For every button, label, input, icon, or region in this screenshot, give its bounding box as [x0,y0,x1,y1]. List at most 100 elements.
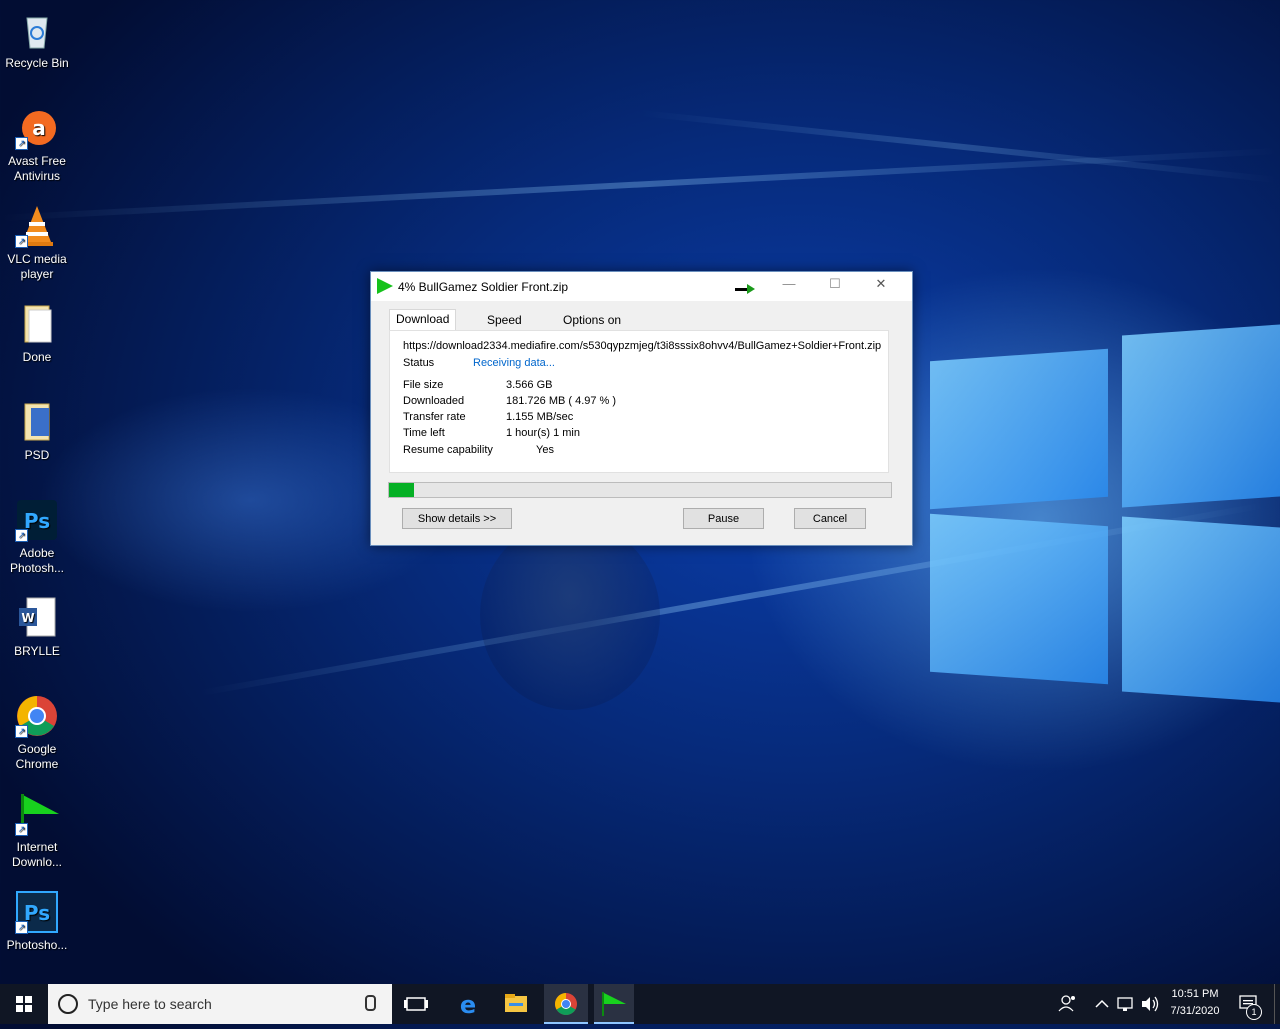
tab-download-status[interactable]: Download status [389,309,457,345]
show-desktop-button[interactable] [1274,984,1280,1024]
desktop-icon-done[interactable]: Done [0,302,74,365]
file-size-value: 3.566 GB [506,379,553,391]
folder-icon [15,400,59,444]
download-progress-dialog: 4% BullGamez Soldier Front.zip — ☐ ✕ Dow… [370,271,913,546]
desktop-icon-label: Done [22,350,52,364]
wallpaper-light-beam [639,110,1277,183]
desktop-icon-psd[interactable]: PSD [0,400,74,463]
svg-text:a: a [32,116,46,140]
minimize-button[interactable]: — [769,276,809,296]
dialog-titlebar[interactable]: 4% BullGamez Soldier Front.zip — ☐ ✕ [371,272,912,301]
idm-arrow-icon [377,278,393,294]
tab-options-on-completion[interactable]: Options on completion [557,311,627,346]
network-button[interactable] [1114,984,1136,1024]
desktop: Recycle Bin a ↗ Avast Free Antivirus ↗ V… [0,0,1280,984]
desktop-icon-label: BRYLLE [14,644,60,658]
taskbar-edge[interactable]: e [446,984,490,1024]
taskbar-chrome[interactable] [544,984,588,1024]
shortcut-arrow-icon: ↗ [15,235,28,248]
resume-capability-label: Resume capability [403,444,493,456]
volume-icon [1142,996,1159,1012]
desktop-icon-label: VLC media player [7,252,67,281]
action-center-button[interactable]: 1 [1232,984,1268,1024]
maximize-button[interactable]: ☐ [815,276,855,296]
desktop-icon-recycle-bin[interactable]: Recycle Bin [0,8,74,71]
cortana-icon [58,994,78,1014]
chrome-icon: ↗ [15,694,59,738]
show-hidden-icons-button[interactable] [1092,984,1112,1024]
desktop-icon-photoshop[interactable]: Ps ↗ Photosho... [0,890,74,953]
photoshop-icon: Ps ↗ [15,890,59,934]
downloaded-value: 181.726 MB ( 4.97 % ) [506,395,617,407]
desktop-icon-avast[interactable]: a ↗ Avast Free Antivirus [0,106,74,184]
transfer-rate-label: Transfer rate [403,411,466,423]
desktop-icon-brylle[interactable]: W BRYLLE [0,596,74,659]
desktop-icon-label: Internet Downlo... [11,840,63,869]
idm-arrow-icon: ↗ [15,792,59,836]
file-explorer-icon [505,994,527,1012]
taskbar-search-box[interactable]: Type here to search [48,984,392,1024]
recycle-bin-icon [15,8,59,52]
cancel-button[interactable]: Cancel [794,508,866,529]
chevron-up-icon [1095,999,1109,1008]
cursor-arrowhead-icon [747,284,755,294]
desktop-icon-label: PSD [24,448,50,462]
wallpaper-swirl [480,520,660,710]
resume-capability-value: Yes [536,444,554,456]
desktop-icon-label: Google Chrome [15,742,59,771]
progress-fill [389,483,414,497]
transfer-rate-value: 1.155 MB/sec [506,411,574,423]
shortcut-arrow-icon: ↗ [15,725,28,738]
notification-count-badge: 1 [1246,1004,1262,1020]
desktop-icon-label: Adobe Photosh... [9,546,65,575]
word-document-icon: W [15,596,59,640]
file-size-label: File size [403,379,444,391]
taskbar-idm[interactable] [594,984,634,1024]
download-status-panel: https://download2334.mediafire.com/s530q… [389,330,889,473]
status-label: Status [403,357,435,369]
taskbar-file-explorer[interactable] [494,984,538,1024]
microphone-icon[interactable] [365,995,376,1011]
start-button[interactable] [0,984,48,1024]
time-left-label: Time left [403,427,445,439]
search-placeholder: Type here to search [88,996,212,1012]
shortcut-arrow-icon: ↗ [15,921,28,934]
clock-time: 10:51 PM [1171,988,1219,1000]
desktop-icon-internet-download-manager[interactable]: ↗ Internet Downlo... [0,792,74,870]
downloaded-label: Downloaded [403,395,465,407]
desktop-icon-label: Recycle Bin [5,56,69,70]
desktop-icon-label: Avast Free Antivirus [8,154,66,183]
svg-text:e: e [460,991,476,1019]
shortcut-arrow-icon: ↗ [15,529,28,542]
show-details-button[interactable]: Show details >> [402,508,512,529]
clock-date: 7/31/2020 [1170,1005,1220,1017]
close-button[interactable]: ✕ [861,276,901,296]
taskbar: Type here to search e 10:51 PM 7/31/2020… [0,984,1280,1024]
desktop-icon-google-chrome[interactable]: ↗ Google Chrome [0,694,74,772]
network-icon [1117,997,1133,1011]
svg-text:W: W [21,611,34,625]
time-left-value: 1 hour(s) 1 min [506,427,580,439]
clock-button[interactable]: 10:51 PM 7/31/2020 [1164,984,1226,1024]
pause-button[interactable]: Pause [683,508,764,529]
people-button[interactable] [1056,984,1080,1024]
windows-start-icon [16,996,32,1012]
download-url: https://download2334.mediafire.com/s530q… [403,340,882,352]
shortcut-arrow-icon: ↗ [15,823,28,836]
edge-icon: e [460,991,476,1019]
tab-speed-limiter[interactable]: Speed Limiter [481,311,529,346]
photoshop-icon: Ps ↗ [15,498,59,542]
task-view-button[interactable] [396,984,436,1024]
vlc-cone-icon: ↗ [15,204,59,248]
task-view-icon [404,997,428,1011]
volume-button[interactable] [1138,984,1162,1024]
folder-icon [15,302,59,346]
avast-icon: a ↗ [15,106,59,150]
idm-arrow-icon [602,992,626,1016]
desktop-icon-adobe-photoshop[interactable]: Ps ↗ Adobe Photosh... [0,498,74,576]
dialog-title: 4% BullGamez Soldier Front.zip [398,280,569,294]
status-value: Receiving data... [473,357,555,369]
desktop-icon-vlc[interactable]: ↗ VLC media player [0,204,74,282]
people-icon [1058,995,1075,1012]
chrome-icon [555,993,577,1015]
